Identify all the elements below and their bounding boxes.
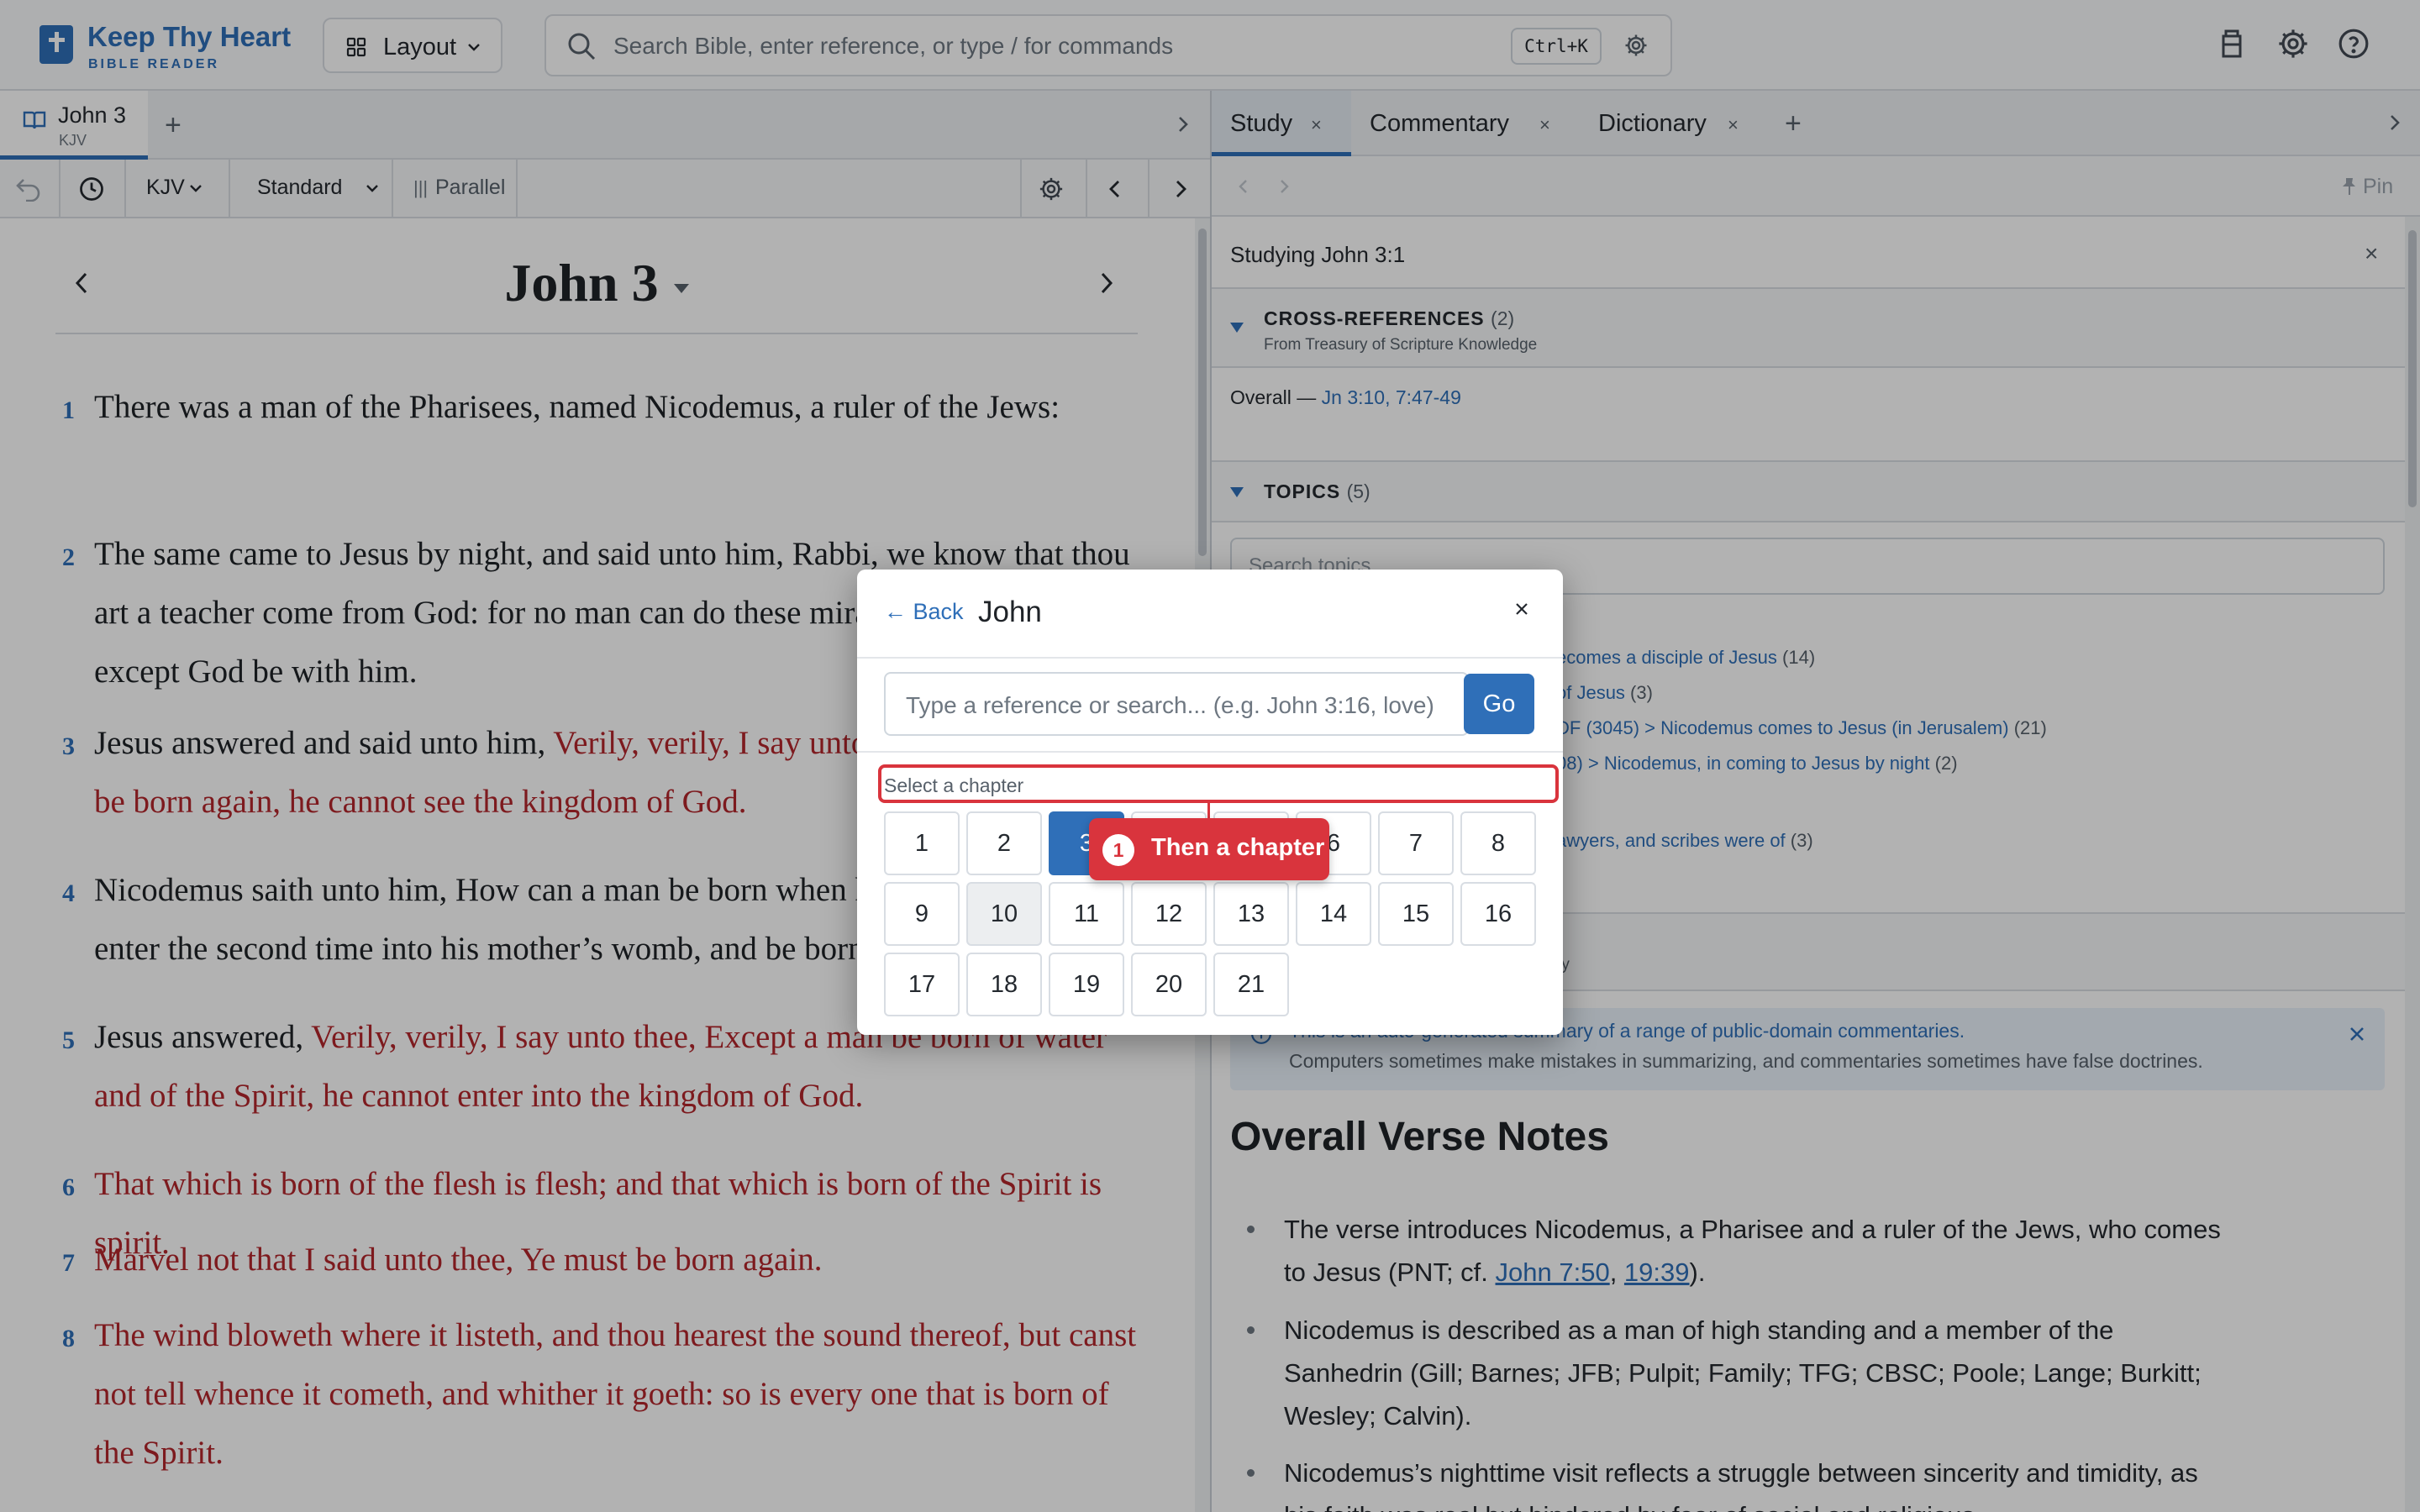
chapter-button-9[interactable]: 9 (884, 882, 960, 946)
chapter-button-15[interactable]: 15 (1378, 882, 1454, 946)
reference-placeholder: Type a reference or search... (e.g. John… (906, 692, 1434, 718)
chapter-button-13[interactable]: 13 (1213, 882, 1289, 946)
back-button[interactable]: ← Back (884, 599, 964, 625)
chapter-button-20[interactable]: 20 (1131, 953, 1207, 1016)
close-icon[interactable] (1514, 601, 1529, 617)
tour-tooltip: 1 Then a chapter (1089, 818, 1329, 880)
chapter-button-7[interactable]: 7 (1378, 811, 1454, 875)
chapter-button-21[interactable]: 21 (1213, 953, 1289, 1016)
chapter-picker-dialog: ← Back John Type a reference or search..… (857, 570, 1563, 1035)
chapter-button-2[interactable]: 2 (966, 811, 1042, 875)
reference-input[interactable]: Type a reference or search... (e.g. John… (884, 672, 1469, 736)
tooltip-connector (1207, 801, 1210, 820)
step-number: 1 (1102, 834, 1134, 866)
chapter-button-12[interactable]: 12 (1131, 882, 1207, 946)
tour-highlight (878, 764, 1559, 803)
chapter-button-1[interactable]: 1 (884, 811, 960, 875)
chapter-button-11[interactable]: 11 (1049, 882, 1124, 946)
chapter-button-8[interactable]: 8 (1460, 811, 1536, 875)
tooltip-text: Then a chapter (1151, 834, 1325, 861)
chapter-button-10[interactable]: 10 (966, 882, 1042, 946)
chapter-button-17[interactable]: 17 (884, 953, 960, 1016)
chapter-button-18[interactable]: 18 (966, 953, 1042, 1016)
dialog-title: John (978, 596, 1042, 628)
chapter-button-14[interactable]: 14 (1296, 882, 1371, 946)
chapter-button-19[interactable]: 19 (1049, 953, 1124, 1016)
go-button[interactable]: Go (1464, 674, 1534, 734)
chapter-button-16[interactable]: 16 (1460, 882, 1536, 946)
